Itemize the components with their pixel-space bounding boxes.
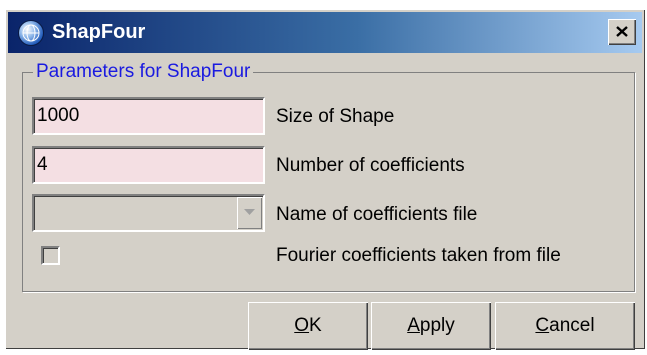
cancel-mnemonic: C [535, 315, 550, 336]
coefficients-file-label: Name of coefficients file [276, 204, 478, 225]
group-legend: Parameters for ShapFour [36, 61, 251, 82]
close-icon [616, 26, 628, 37]
combo-dropdown-button[interactable] [237, 197, 262, 229]
apply-label: pply [419, 315, 455, 336]
fourier-from-file-checkbox[interactable] [41, 246, 60, 265]
apply-mnemonic: A [407, 315, 420, 336]
ok-mnemonic: O [294, 315, 310, 336]
close-button[interactable] [608, 19, 636, 45]
ok-label: K [309, 315, 322, 336]
cancel-label: ancel [549, 315, 595, 336]
size-of-shape-input[interactable]: 1000 [32, 97, 265, 135]
cancel-button[interactable]: Cancel [495, 302, 635, 350]
chevron-down-icon [244, 209, 255, 215]
window-title: ShapFour [52, 21, 146, 43]
app-globe-icon [18, 20, 44, 46]
coefficients-file-combo[interactable] [32, 194, 265, 232]
dialog-window: ShapFour Parameters for ShapFour 1000 Si… [5, 9, 645, 350]
fourier-from-file-label: Fourier coefficients taken from file [276, 245, 561, 266]
number-of-coefficients-label: Number of coefficients [276, 155, 465, 176]
ok-button[interactable]: OK [248, 302, 368, 350]
title-bar[interactable]: ShapFour [8, 12, 642, 53]
number-of-coefficients-input[interactable]: 4 [32, 146, 265, 184]
apply-button[interactable]: Apply [371, 302, 491, 350]
size-of-shape-label: Size of Shape [276, 106, 395, 127]
